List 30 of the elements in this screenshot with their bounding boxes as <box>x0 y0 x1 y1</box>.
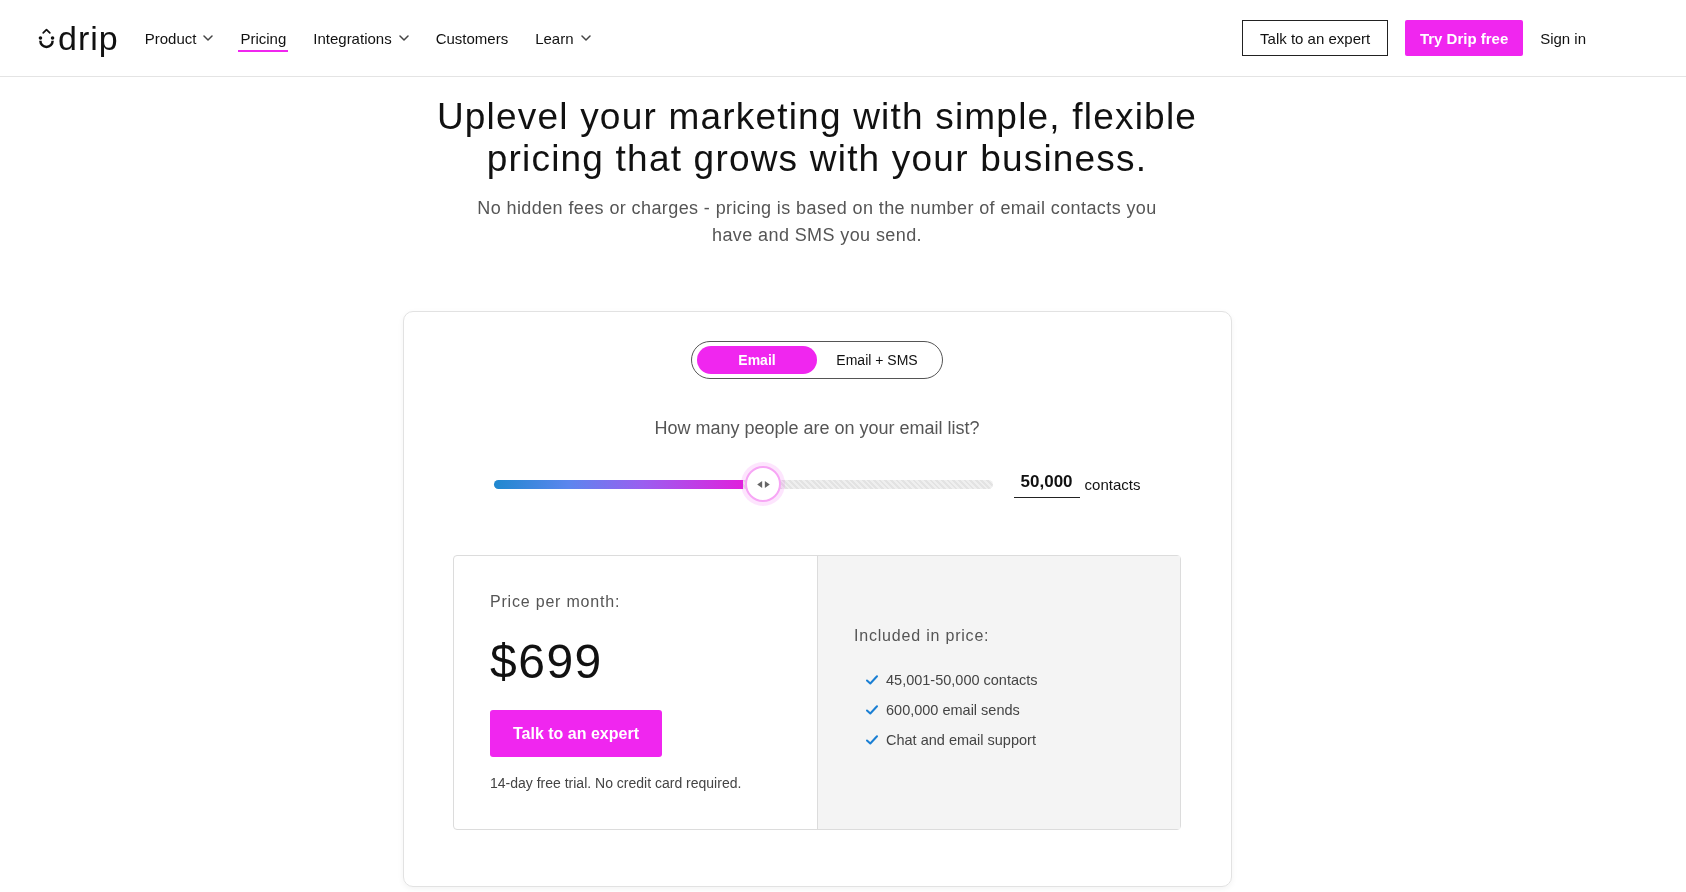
nav-link[interactable]: Learn <box>533 24 593 52</box>
chevron-down-icon <box>580 35 591 41</box>
trial-note: 14-day free trial. No credit card required. <box>490 774 742 793</box>
nav-link[interactable]: Customers <box>433 24 511 52</box>
hero-subtitle: No hidden fees or charges - pricing is based on the number of email contacts you have and SMS you send. <box>476 197 1158 247</box>
feature-text: Chat and email support <box>886 731 1036 748</box>
chevron-down-icon <box>398 35 409 41</box>
plan-tab[interactable]: Email + SMS <box>817 346 937 374</box>
price-label: Price per month: <box>490 592 621 612</box>
nav-link[interactable]: Pricing <box>238 24 289 52</box>
feature-text: 600,000 email sends <box>886 701 1020 718</box>
sign-in-link[interactable]: Sign in <box>1540 20 1586 56</box>
nav-link[interactable]: Product <box>142 24 216 52</box>
price-amount: $699 <box>490 634 603 690</box>
smile-icon <box>38 26 55 50</box>
check-icon <box>866 674 878 685</box>
talk-to-expert-button[interactable]: Talk to an expert <box>1242 20 1389 56</box>
nav-link[interactable]: Integrations <box>311 24 411 52</box>
chevron-down-icon <box>203 35 214 41</box>
hero-title: Uplevel your marketing with simple, flexible pricing that grows with your business. <box>435 96 1199 180</box>
check-icon <box>866 704 878 715</box>
slider-question: How many people are on your email list? <box>654 417 980 440</box>
slider-thumb[interactable] <box>745 466 781 502</box>
logo-text[interactable]: drip <box>58 21 119 55</box>
check-icon <box>866 734 878 745</box>
left-right-arrows-icon <box>755 479 771 489</box>
feature-text: 45,001-50,000 contacts <box>886 671 1038 688</box>
contacts-label: contacts <box>1084 475 1141 493</box>
contacts-input[interactable]: 50,000 <box>1013 470 1080 498</box>
included-title: Included in price: <box>854 625 990 646</box>
